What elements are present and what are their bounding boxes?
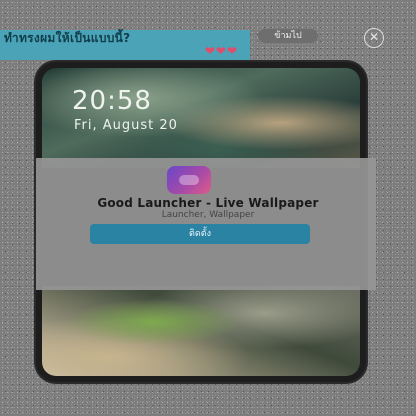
- lockscreen-date: Fri, August 20: [74, 118, 178, 133]
- app-icon: [167, 166, 211, 194]
- install-button[interactable]: ติดตั้ง: [90, 224, 310, 244]
- ad-banner[interactable]: ทำทรงผมให้เป็นแบบนี้? ❤❤❤: [0, 30, 250, 60]
- wallpaper-preview-bottom: [42, 286, 360, 376]
- app-title: Good Launcher - Live Wallpaper: [97, 196, 319, 210]
- skip-button[interactable]: ข้ามไป: [258, 29, 318, 43]
- close-icon[interactable]: ✕: [364, 28, 384, 48]
- hearts-icon: ❤❤❤: [204, 44, 238, 58]
- app-subtitle: Launcher, Wallpaper: [161, 210, 255, 220]
- lockscreen-time: 20:58: [72, 86, 152, 116]
